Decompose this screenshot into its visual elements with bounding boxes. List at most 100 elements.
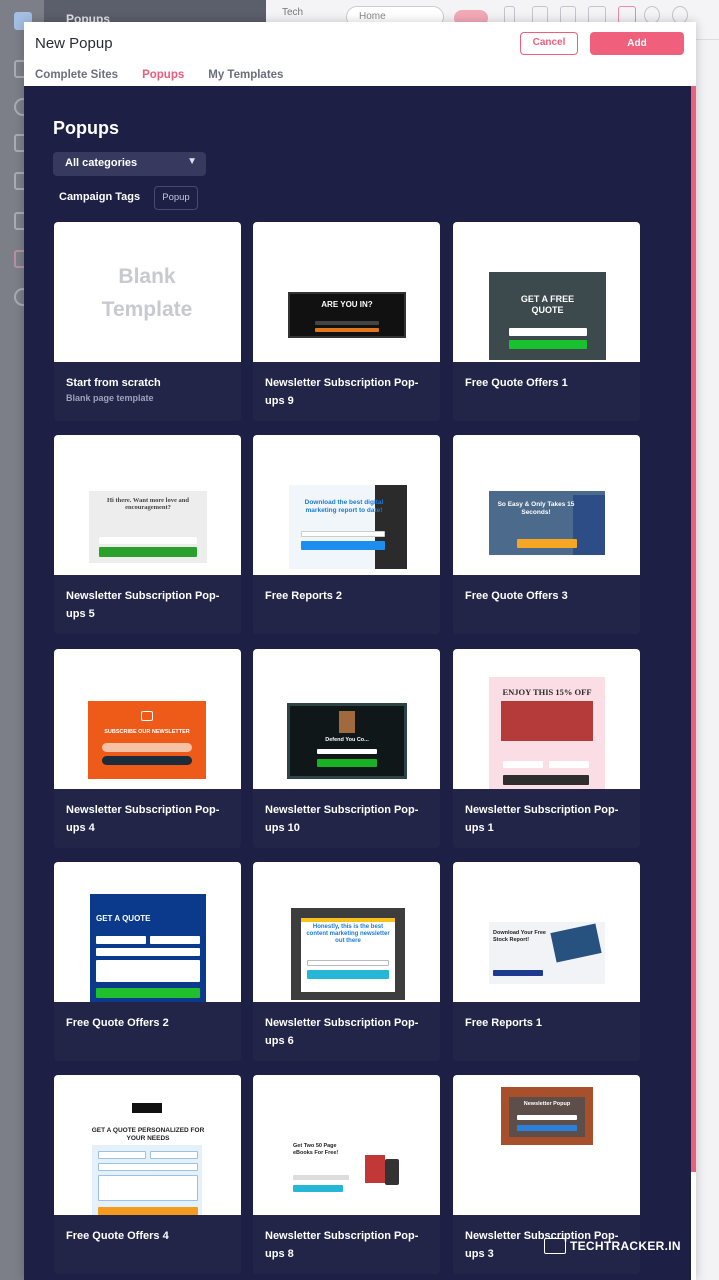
thumbnail-text: Honestly, this is the best content marke…	[306, 924, 390, 944]
quote-logo	[132, 1103, 162, 1113]
name-field-preview	[96, 936, 146, 944]
template-title: Free Reports 1	[465, 1017, 543, 1029]
add-button[interactable]: Add	[590, 32, 684, 55]
mail-icon	[141, 711, 153, 721]
cancel-button[interactable]: Cancel	[520, 32, 578, 55]
template-thumbnail: ENJOY THIS 15% OFF	[453, 649, 640, 789]
template-card[interactable]: SUBSCRIBE OUR NEWSLETTER Newsletter Subs…	[54, 649, 241, 848]
template-title: Newsletter Subscription Pop-ups 8	[265, 1230, 419, 1260]
template-title: Newsletter Subscription Pop-ups 10	[265, 804, 419, 834]
template-thumbnail: Honestly, this is the best content marke…	[253, 862, 440, 1002]
template-thumbnail: Newsletter Popup	[453, 1075, 640, 1215]
tag-chip-popup[interactable]: Popup	[154, 186, 198, 210]
scrollbar[interactable]	[691, 86, 696, 1172]
templates-panel: Popups All categories ▼ Campaign Tags Po…	[24, 86, 691, 1280]
message-field-preview	[98, 1175, 198, 1201]
email-field-preview	[517, 1115, 577, 1120]
template-card[interactable]: Hi there. Want more love and encourageme…	[54, 435, 241, 634]
template-card[interactable]: Defend You Co... Newsletter Subscription…	[253, 649, 440, 848]
template-card[interactable]: GET A QUOTE Free Quote Offers 2	[54, 862, 241, 1061]
submit-button-preview	[99, 547, 197, 557]
thumbnail-text: GET A QUOTE	[96, 914, 151, 923]
submit-button-preview	[317, 759, 377, 767]
template-title: Free Quote Offers 2	[66, 1017, 169, 1029]
submit-button-preview	[96, 988, 200, 998]
book-image	[339, 711, 355, 733]
watermark-text: TECHTRACKER.IN	[570, 1239, 681, 1253]
template-thumbnail: So Easy & Only Takes 15 Seconds!	[453, 435, 640, 575]
thumbnail-text: Defend You Co...	[325, 737, 369, 743]
thumbnail-text: Hi there. Want more love and encourageme…	[107, 497, 189, 511]
template-thumbnail: GET A QUOTE PERSONALIZED FOR YOUR NEEDS	[54, 1075, 241, 1215]
template-card[interactable]: Download the best digital marketing repo…	[253, 435, 440, 634]
template-card[interactable]: GET A QUOTE PERSONALIZED FOR YOUR NEEDS …	[54, 1075, 241, 1274]
workspace-name: Tech	[282, 7, 304, 18]
template-title: Newsletter Subscription Pop-ups 4	[66, 804, 220, 834]
thumbnail-text: GET A QUOTE PERSONALIZED FOR YOUR NEEDS	[91, 1127, 205, 1142]
submit-button-preview	[493, 970, 543, 976]
email-field-preview	[301, 531, 385, 537]
right-panel-strip	[696, 40, 719, 1280]
name-field-preview	[98, 1151, 146, 1159]
email-field-preview	[317, 749, 377, 754]
template-card[interactable]: So Easy & Only Takes 15 Seconds! Free Qu…	[453, 435, 640, 634]
tab-complete-sites[interactable]: Complete Sites	[35, 69, 118, 87]
template-card[interactable]: Download Your Free Stock Report! Free Re…	[453, 862, 640, 1061]
template-thumbnail: ARE YOU IN?	[253, 222, 440, 362]
template-thumbnail: Download Your Free Stock Report!	[453, 862, 640, 1002]
template-card[interactable]: ENJOY THIS 15% OFF Newsletter Subscripti…	[453, 649, 640, 848]
template-card[interactable]: Get Two 50 Page eBooks For Free! Newslet…	[253, 1075, 440, 1274]
thumbnail-text: Blank Template	[101, 265, 193, 321]
template-thumbnail: Get Two 50 Page eBooks For Free!	[253, 1075, 440, 1215]
template-title: Newsletter Subscription Pop-ups 1	[465, 804, 619, 834]
thumbnail-text: Get Two 50 Page eBooks For Free!	[293, 1143, 339, 1156]
thumbnail-text: Download the best digital marketing repo…	[304, 499, 384, 514]
template-thumbnail: Defend You Co...	[253, 649, 440, 789]
thumbnail-text: Download Your Free Stock Report!	[493, 930, 546, 943]
email-field-preview	[102, 743, 192, 752]
ebook-image	[365, 1155, 385, 1183]
thumbnail-text: Newsletter Popup	[523, 1101, 571, 1107]
submit-button-preview	[517, 539, 577, 548]
chevron-down-icon: ▼	[187, 156, 197, 167]
email-field-preview	[293, 1175, 349, 1180]
template-thumbnail: Hi there. Want more love and encourageme…	[54, 435, 241, 575]
template-title: Free Reports 2	[265, 590, 343, 602]
notes-field-preview	[96, 960, 200, 982]
template-title: Newsletter Subscription Pop-ups 9	[265, 377, 419, 407]
submit-button-preview	[293, 1185, 343, 1192]
template-card[interactable]: GET A FREE QUOTE Free Quote Offers 1	[453, 222, 640, 421]
campaign-tags-label: Campaign Tags	[59, 191, 141, 203]
template-card[interactable]: Blank Template Start from scratch Blank …	[54, 222, 241, 421]
message-field-preview	[96, 948, 200, 956]
template-card[interactable]: ARE YOU IN? Newsletter Subscription Pop-…	[253, 222, 440, 421]
template-title: Free Quote Offers 3	[465, 590, 568, 602]
template-title: Newsletter Subscription Pop-ups 5	[66, 590, 220, 620]
submit-button-preview	[503, 775, 589, 785]
submit-button-preview	[301, 541, 385, 550]
submit-button-preview	[307, 970, 389, 979]
modal-tabs: Complete Sites Popups My Templates	[35, 69, 283, 90]
template-thumbnail: Blank Template	[54, 222, 241, 362]
name-field-preview	[503, 761, 543, 768]
template-subtitle: Blank page template	[66, 393, 154, 403]
template-title: Free Quote Offers 1	[465, 377, 568, 389]
tab-my-templates[interactable]: My Templates	[208, 69, 283, 87]
last-name-field-preview	[150, 1151, 198, 1159]
template-title: Newsletter Subscription Pop-ups 6	[265, 1017, 419, 1047]
email-field-preview	[98, 1163, 198, 1171]
email-field-preview	[307, 960, 389, 966]
watermark: TECHTRACKER.IN	[544, 1236, 681, 1256]
template-card[interactable]: Honestly, this is the best content marke…	[253, 862, 440, 1061]
phone-field-preview	[150, 936, 200, 944]
submit-button-preview	[517, 1125, 577, 1131]
tab-popups[interactable]: Popups	[142, 69, 185, 90]
template-thumbnail: GET A FREE QUOTE	[453, 222, 640, 362]
phone-image	[385, 1159, 399, 1185]
category-select[interactable]: All categories ▼	[53, 152, 206, 176]
email-field-preview	[315, 321, 379, 325]
template-title: Free Quote Offers 4	[66, 1230, 169, 1242]
template-title: Start from scratch	[66, 377, 161, 389]
submit-button-preview	[102, 756, 192, 765]
template-thumbnail: SUBSCRIBE OUR NEWSLETTER	[54, 649, 241, 789]
